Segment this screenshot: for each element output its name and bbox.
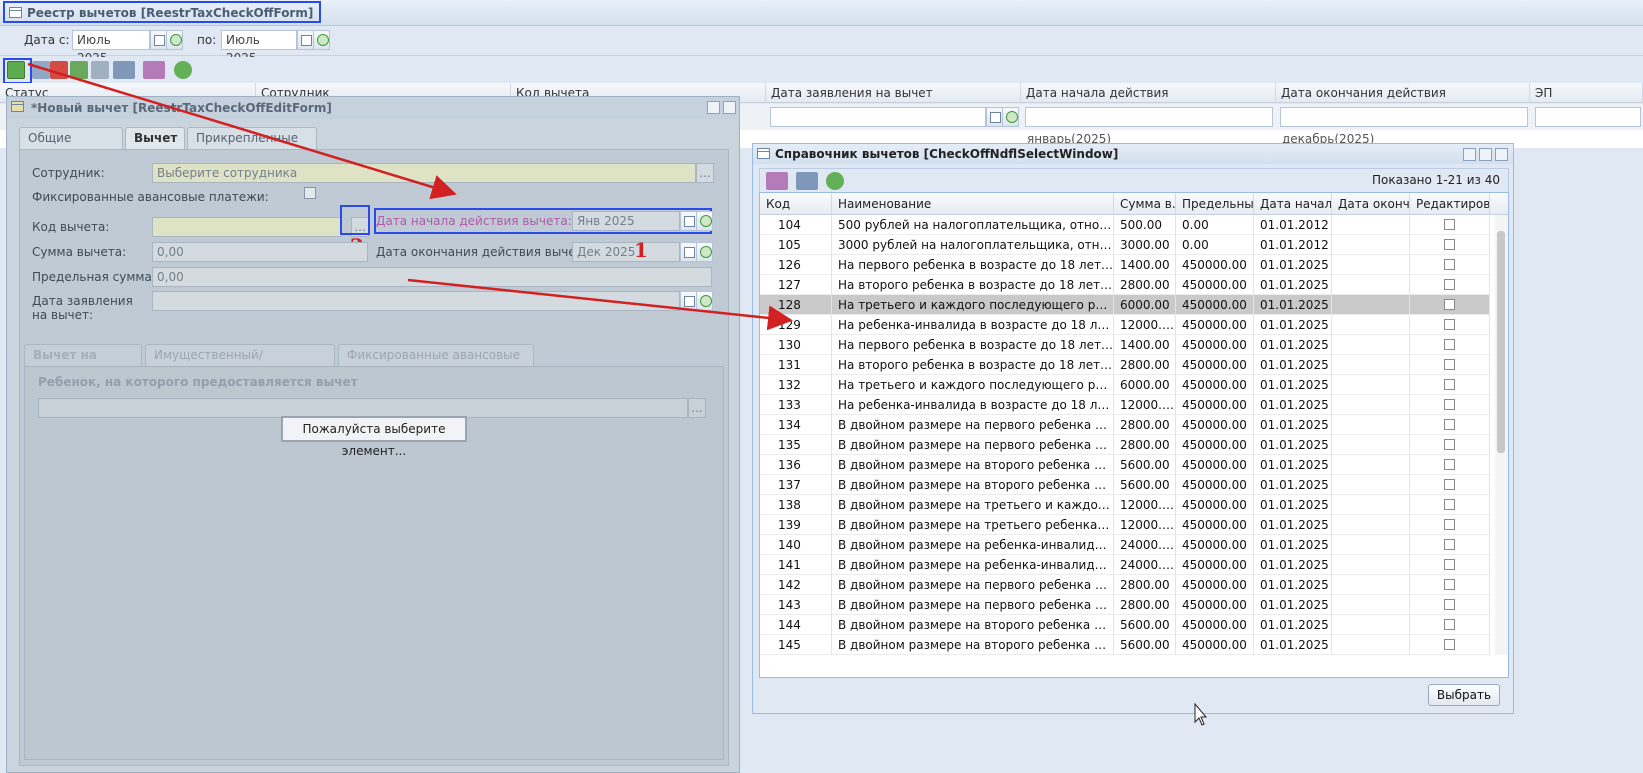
arrow-to-select-window xyxy=(407,278,793,331)
mouse-cursor-icon xyxy=(1194,702,1208,726)
annotation-arrows xyxy=(27,62,1208,726)
arrow-to-edit-form xyxy=(27,62,457,200)
